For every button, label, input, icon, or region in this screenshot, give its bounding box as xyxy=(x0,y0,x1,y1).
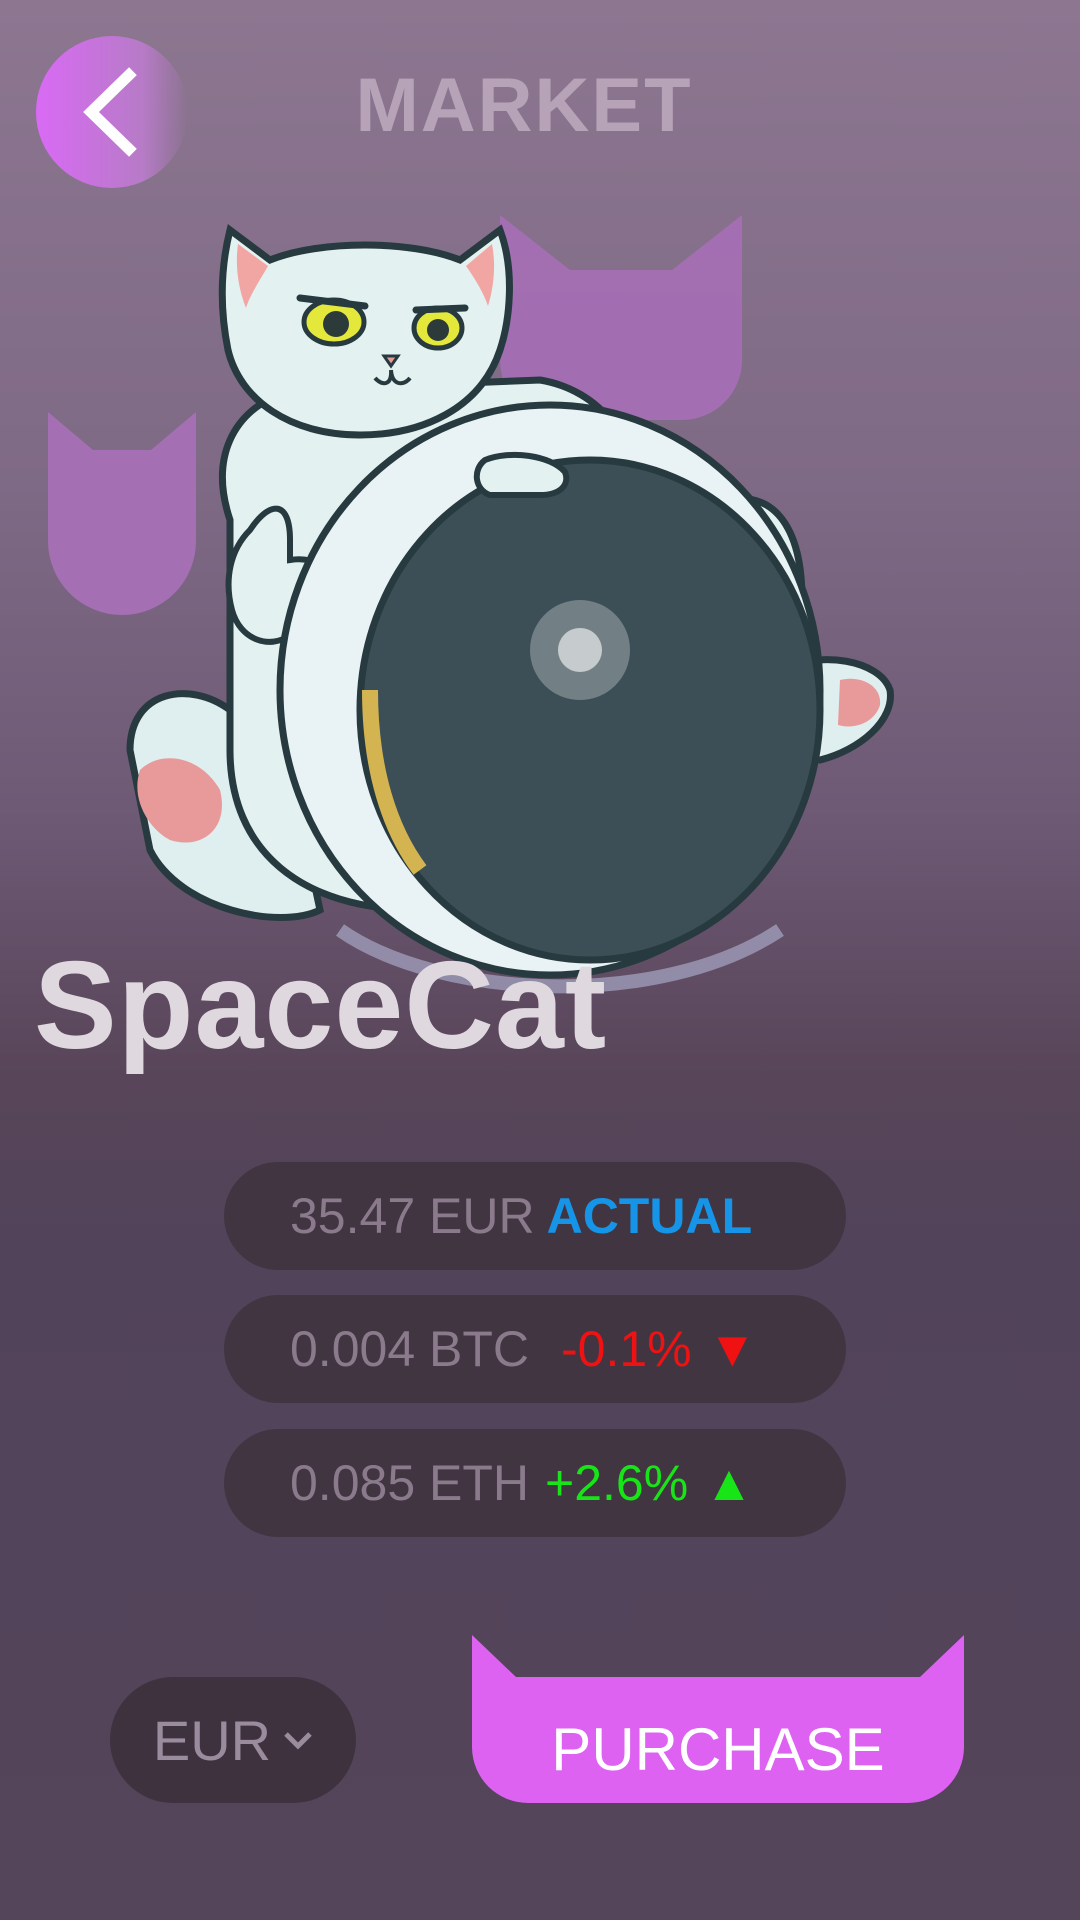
purchase-label: PURCHASE xyxy=(551,1715,885,1783)
price-amount: 0.085 ETH xyxy=(290,1455,530,1511)
price-row-eth: 0.085 ETH +2.6% ▲ xyxy=(224,1429,846,1537)
spacecat-mascot-image xyxy=(126,224,894,994)
triangle-up-icon: ▲ xyxy=(704,1455,754,1511)
product-name: SpaceCat xyxy=(34,937,608,1075)
price-row-btc: 0.004 BTC -0.1% ▼ xyxy=(224,1295,846,1403)
price-change-positive: +2.6% xyxy=(545,1455,689,1511)
price-row-eur: 35.47 EUR ACTUAL xyxy=(224,1162,846,1270)
actual-badge: ACTUAL xyxy=(546,1188,753,1244)
chevron-down-icon xyxy=(284,1732,312,1750)
purchase-button[interactable]: PURCHASE xyxy=(472,1635,964,1803)
page-title: MARKET xyxy=(355,63,693,148)
price-amount: 35.47 EUR xyxy=(290,1188,535,1244)
currency-select[interactable]: EUR xyxy=(110,1677,356,1803)
price-amount: 0.004 BTC xyxy=(290,1321,530,1377)
price-change-negative: -0.1% xyxy=(561,1321,692,1377)
currency-value: EUR xyxy=(152,1708,272,1772)
triangle-down-icon: ▼ xyxy=(707,1321,758,1377)
